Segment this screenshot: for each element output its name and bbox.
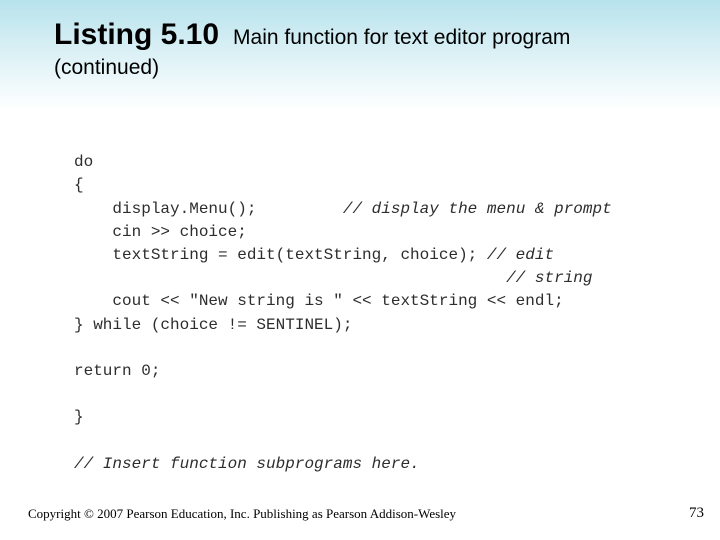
code-line: cin >> choice; xyxy=(74,223,247,241)
code-line: do xyxy=(74,153,93,171)
listing-label: Listing 5.10 xyxy=(54,18,219,52)
code-comment: // Insert function subprograms here. xyxy=(74,455,420,473)
listing-description: Main function for text editor program xyxy=(233,26,570,50)
title-row: Listing 5.10 Main function for text edit… xyxy=(54,18,720,52)
code-line: } xyxy=(74,408,84,426)
code-line: } while (choice != SENTINEL); xyxy=(74,316,352,334)
code-line: cout << "New string is " << textString <… xyxy=(74,292,564,310)
code-comment: // string xyxy=(506,269,592,287)
continued-label: (continued) xyxy=(54,56,720,80)
code-comment: // display the menu & prompt xyxy=(343,200,612,218)
copyright-footer: Copyright © 2007 Pearson Education, Inc.… xyxy=(28,506,456,522)
page-number: 73 xyxy=(689,505,704,522)
code-line: display.Menu(); xyxy=(74,200,256,218)
code-line: textString = edit(textString, choice); xyxy=(74,246,487,264)
code-line: { xyxy=(74,176,84,194)
slide-header: Listing 5.10 Main function for text edit… xyxy=(0,0,720,110)
code-comment: // edit xyxy=(487,246,554,264)
code-listing: do { display.Menu(); // display the menu… xyxy=(74,128,612,476)
code-line: return 0; xyxy=(74,362,160,380)
